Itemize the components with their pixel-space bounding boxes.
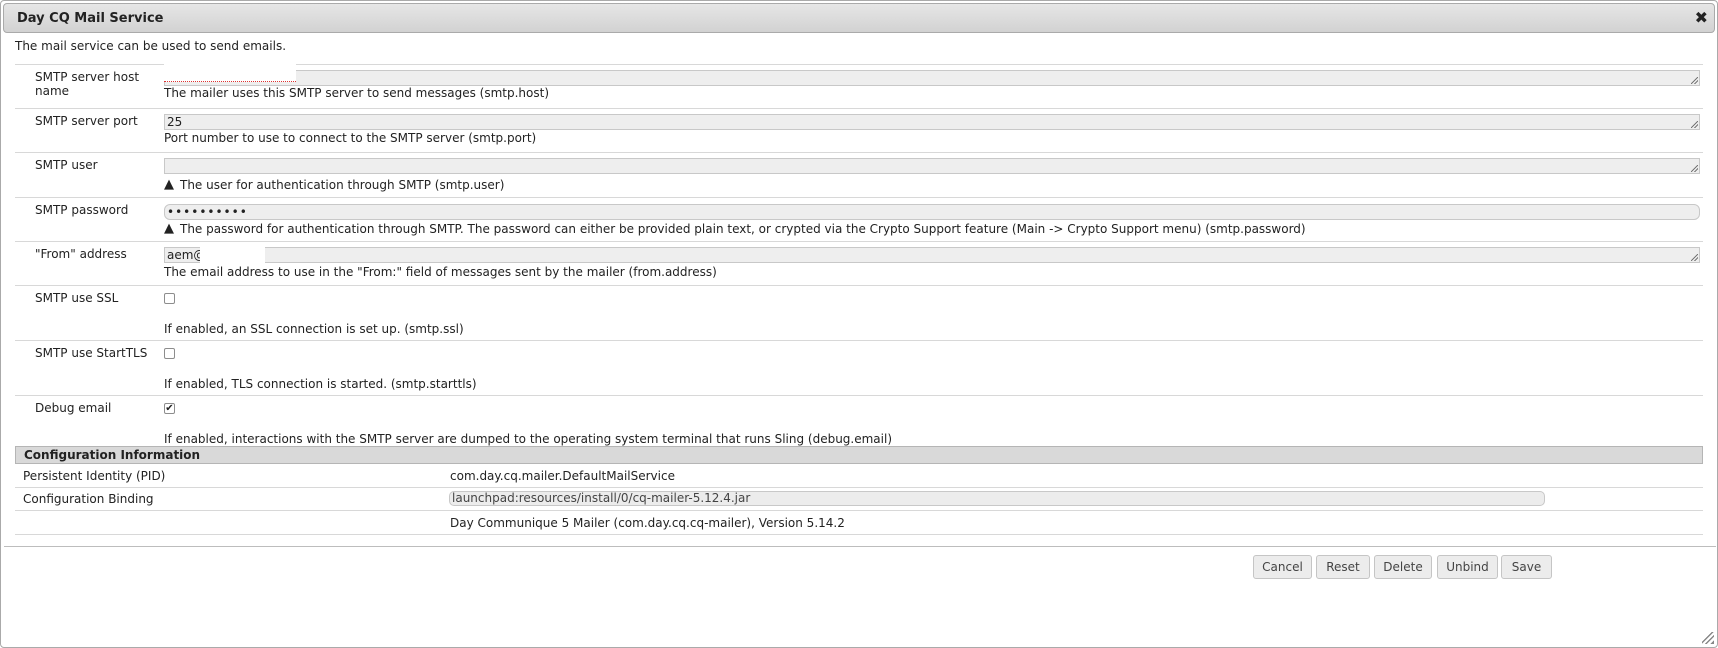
smtp-host-input[interactable] xyxy=(164,70,1700,86)
row-smtp-password: SMTP password •••••••••• ▲ The password … xyxy=(15,197,1703,241)
smtp-starttls-label: SMTP use StartTLS xyxy=(35,346,148,360)
resize-grip-icon[interactable] xyxy=(1702,632,1714,644)
row-smtp-user: SMTP user ▲ The user for authentication … xyxy=(15,152,1703,197)
warning-icon: ▲ xyxy=(164,221,174,236)
smtp-password-description: ▲ The password for authentication throug… xyxy=(164,221,1306,236)
binding-label: Configuration Binding xyxy=(23,492,154,506)
row-from-address: "From" address aem@ The email address to… xyxy=(15,241,1703,285)
smtp-user-label: SMTP user xyxy=(35,158,98,172)
row-smtp-ssl: SMTP use SSL If enabled, an SSL connecti… xyxy=(15,285,1703,340)
info-row-bundle: Day Communique 5 Mailer (com.day.cq.cq-m… xyxy=(15,511,1703,535)
from-address-input[interactable]: aem@ xyxy=(164,247,1700,263)
smtp-starttls-checkbox[interactable] xyxy=(164,348,175,359)
smtp-port-description: Port number to use to connect to the SMT… xyxy=(164,131,537,145)
warning-icon: ▲ xyxy=(164,177,174,192)
debug-email-checkbox[interactable]: ✔ xyxy=(164,403,175,414)
smtp-port-label: SMTP server port xyxy=(35,114,138,128)
save-button[interactable]: Save xyxy=(1501,555,1552,579)
close-icon[interactable]: ✖ xyxy=(1695,10,1708,26)
smtp-starttls-description: If enabled, TLS connection is started. (… xyxy=(164,377,477,391)
from-address-description: The email address to use in the "From:" … xyxy=(164,265,717,279)
dialog-intro: The mail service can be used to send ema… xyxy=(15,39,287,53)
smtp-ssl-label: SMTP use SSL xyxy=(35,291,119,305)
bundle-value[interactable]: Day Communique 5 Mailer (com.day.cq.cq-m… xyxy=(450,516,845,530)
row-debug-email: Debug email ✔ If enabled, interactions w… xyxy=(15,395,1703,451)
smtp-user-description: ▲ The user for authentication through SM… xyxy=(164,177,505,192)
row-smtp-port: SMTP server port 25 Port number to use t… xyxy=(15,108,1703,152)
cancel-button[interactable]: Cancel xyxy=(1253,555,1312,579)
smtp-password-input[interactable]: •••••••••• xyxy=(164,204,1700,220)
reset-button[interactable]: Reset xyxy=(1316,555,1370,579)
redacted-host-area xyxy=(164,63,296,82)
info-row-pid: Persistent Identity (PID) com.day.cq.mai… xyxy=(15,465,1703,488)
redacted-from-area xyxy=(200,245,265,264)
smtp-host-description: The mailer uses this SMTP server to send… xyxy=(164,86,550,100)
smtp-ssl-checkbox[interactable] xyxy=(164,293,175,304)
unbind-button[interactable]: Unbind xyxy=(1437,555,1498,579)
configuration-information-header: Configuration Information xyxy=(15,446,1703,464)
pid-label: Persistent Identity (PID) xyxy=(23,469,166,483)
smtp-password-label: SMTP password xyxy=(35,203,129,217)
delete-button[interactable]: Delete xyxy=(1374,555,1432,579)
footer-divider xyxy=(4,546,1716,547)
debug-email-description: If enabled, interactions with the SMTP s… xyxy=(164,432,893,446)
smtp-user-input[interactable] xyxy=(164,158,1700,174)
mail-service-dialog: Day CQ Mail Service ✖ The mail service c… xyxy=(0,0,1718,648)
dialog-titlebar[interactable]: Day CQ Mail Service ✖ xyxy=(3,3,1715,33)
dialog-title: Day CQ Mail Service xyxy=(17,10,164,26)
row-smtp-host: SMTP server host name The mailer uses th… xyxy=(15,63,1703,108)
smtp-port-input[interactable]: 25 xyxy=(164,114,1700,130)
config-form: SMTP server host name The mailer uses th… xyxy=(15,63,1703,451)
from-address-label: "From" address xyxy=(35,247,127,261)
smtp-host-label: SMTP server host name xyxy=(35,70,140,98)
row-smtp-starttls: SMTP use StartTLS If enabled, TLS connec… xyxy=(15,340,1703,395)
binding-value: launchpad:resources/install/0/cq-mailer-… xyxy=(449,491,1545,506)
smtp-ssl-description: If enabled, an SSL connection is set up.… xyxy=(164,322,464,336)
info-row-binding: Configuration Binding launchpad:resource… xyxy=(15,488,1703,511)
debug-email-label: Debug email xyxy=(35,401,112,415)
pid-value: com.day.cq.mailer.DefaultMailService xyxy=(450,469,675,483)
